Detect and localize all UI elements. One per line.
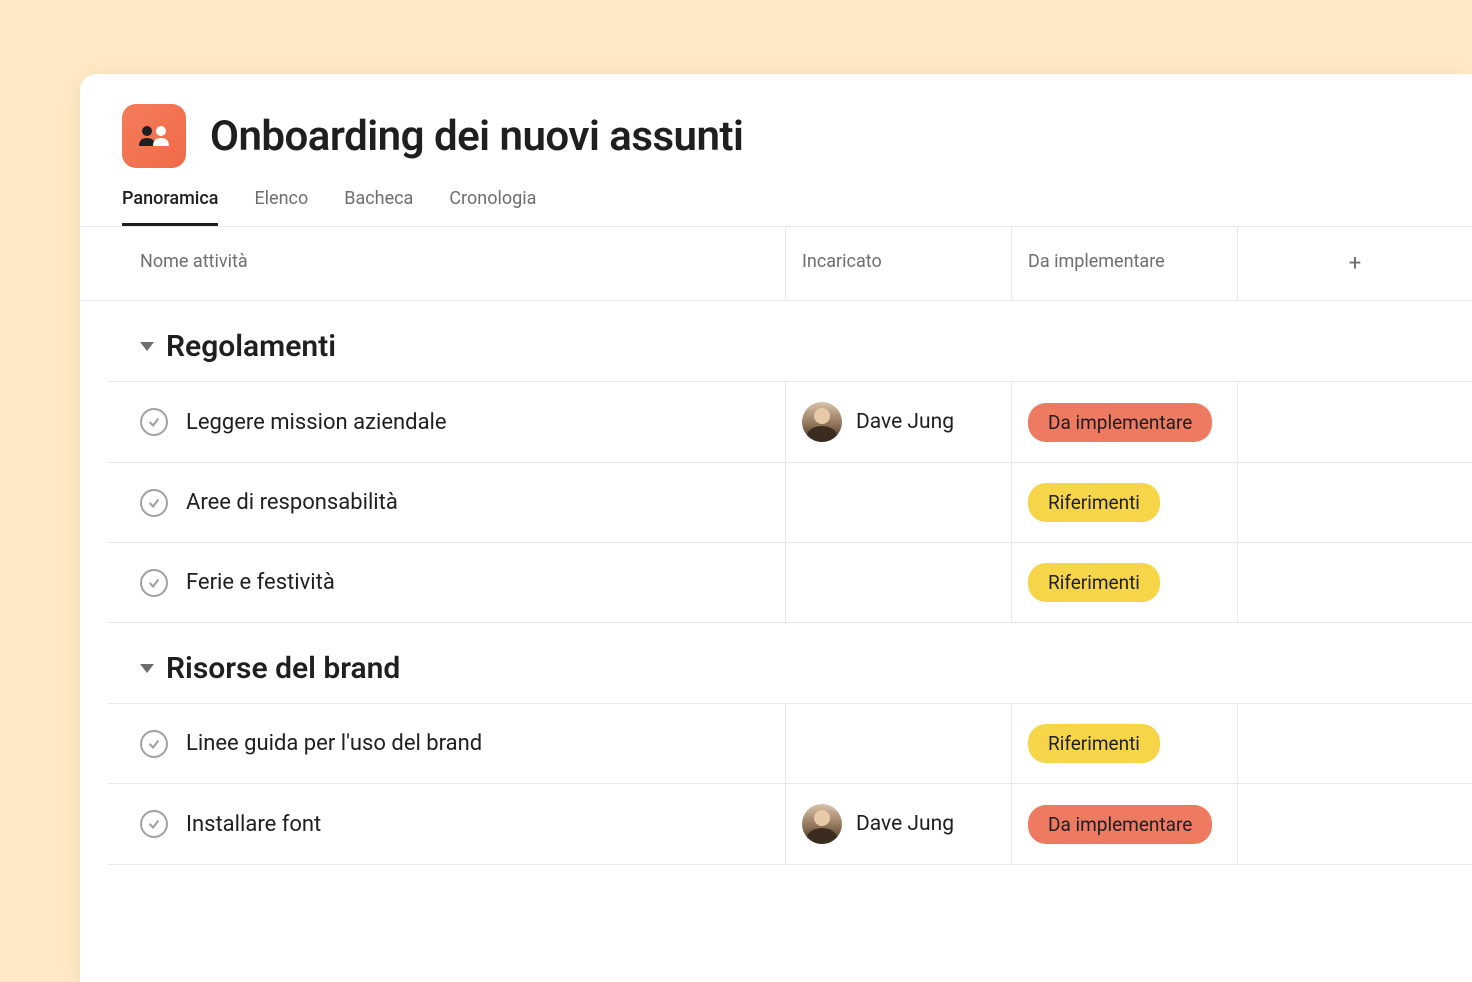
- task-cell: Leggere mission aziendale: [80, 382, 786, 462]
- tab-elenco[interactable]: Elenco: [254, 188, 308, 226]
- column-header-status[interactable]: Da implementare: [1012, 227, 1238, 300]
- status-cell[interactable]: Riferimenti: [1012, 543, 1238, 622]
- task-name: Installare font: [186, 812, 321, 837]
- assignee-cell[interactable]: [786, 704, 1012, 783]
- task-cell: Installare font: [80, 784, 786, 864]
- column-header-task[interactable]: Nome attività: [80, 227, 786, 300]
- project-title: Onboarding dei nuovi assunti: [210, 112, 743, 161]
- section-title: Regolamenti: [166, 329, 336, 364]
- assignee-name: Dave Jung: [856, 410, 954, 434]
- status-cell[interactable]: Da implementare: [1012, 784, 1238, 864]
- task-name: Linee guida per l'uso del brand: [186, 731, 482, 756]
- status-badge: Da implementare: [1028, 403, 1212, 442]
- task-cell: Linee guida per l'uso del brand: [80, 704, 786, 783]
- section-title: Risorse del brand: [166, 651, 400, 686]
- check-icon: [147, 415, 161, 429]
- task-row[interactable]: Ferie e festività Riferimenti: [108, 542, 1472, 623]
- task-cell: Aree di responsabilità: [80, 463, 786, 542]
- assignee-cell[interactable]: [786, 463, 1012, 542]
- project-icon[interactable]: [122, 104, 186, 168]
- check-icon: [147, 737, 161, 751]
- task-row[interactable]: Installare font Dave Jung Da implementar…: [108, 783, 1472, 865]
- complete-task-button[interactable]: [140, 408, 168, 436]
- tab-bacheca[interactable]: Bacheca: [344, 188, 413, 226]
- extra-cell: [1238, 463, 1472, 542]
- task-name: Aree di responsabilità: [186, 490, 398, 515]
- check-icon: [147, 496, 161, 510]
- complete-task-button[interactable]: [140, 489, 168, 517]
- assignee-cell[interactable]: Dave Jung: [786, 382, 1012, 462]
- chevron-down-icon: [140, 342, 154, 351]
- avatar: [802, 804, 842, 844]
- tab-cronologia[interactable]: Cronologia: [449, 188, 536, 226]
- task-row[interactable]: Aree di responsabilità Riferimenti: [108, 462, 1472, 543]
- complete-task-button[interactable]: [140, 569, 168, 597]
- task-row[interactable]: Leggere mission aziendale Dave Jung Da i…: [108, 381, 1472, 463]
- task-name: Ferie e festività: [186, 570, 335, 595]
- assignee-cell[interactable]: [786, 543, 1012, 622]
- people-icon: [137, 124, 171, 148]
- assignee-cell[interactable]: Dave Jung: [786, 784, 1012, 864]
- chevron-down-icon: [140, 664, 154, 673]
- tab-panoramica[interactable]: Panoramica: [122, 188, 218, 226]
- avatar: [802, 402, 842, 442]
- columns-header: Nome attività Incaricato Da implementare…: [80, 226, 1472, 301]
- column-header-assignee[interactable]: Incaricato: [786, 227, 1012, 300]
- tabs: Panoramica Elenco Bacheca Cronologia: [122, 188, 1430, 226]
- status-badge: Riferimenti: [1028, 563, 1160, 602]
- status-badge: Da implementare: [1028, 805, 1212, 844]
- check-icon: [147, 576, 161, 590]
- extra-cell: [1238, 543, 1472, 622]
- complete-task-button[interactable]: [140, 730, 168, 758]
- section-header-regolamenti[interactable]: Regolamenti: [80, 301, 1472, 382]
- assignee-name: Dave Jung: [856, 812, 954, 836]
- complete-task-button[interactable]: [140, 810, 168, 838]
- status-badge: Riferimenti: [1028, 483, 1160, 522]
- project-window: Onboarding dei nuovi assunti Panoramica …: [80, 74, 1472, 982]
- section-header-risorse[interactable]: Risorse del brand: [80, 623, 1472, 704]
- task-cell: Ferie e festività: [80, 543, 786, 622]
- status-cell[interactable]: Da implementare: [1012, 382, 1238, 462]
- extra-cell: [1238, 382, 1472, 462]
- check-icon: [147, 817, 161, 831]
- extra-cell: [1238, 704, 1472, 783]
- status-badge: Riferimenti: [1028, 724, 1160, 763]
- title-row: Onboarding dei nuovi assunti: [122, 104, 1430, 168]
- project-header: Onboarding dei nuovi assunti Panoramica …: [80, 74, 1472, 226]
- add-column-button[interactable]: +: [1238, 227, 1472, 300]
- status-cell[interactable]: Riferimenti: [1012, 463, 1238, 542]
- extra-cell: [1238, 784, 1472, 864]
- status-cell[interactable]: Riferimenti: [1012, 704, 1238, 783]
- task-name: Leggere mission aziendale: [186, 410, 447, 435]
- task-row[interactable]: Linee guida per l'uso del brand Riferime…: [108, 703, 1472, 784]
